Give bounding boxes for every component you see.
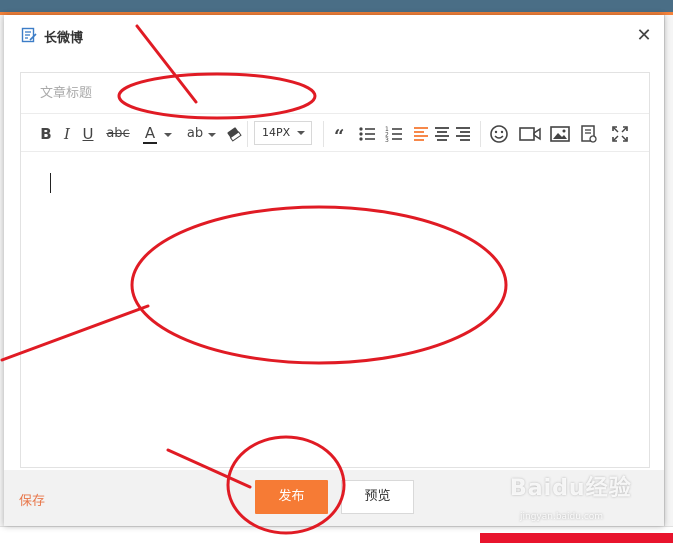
- chevron-down-icon: [297, 131, 305, 135]
- align-right-icon[interactable]: [455, 124, 471, 144]
- font-size-select[interactable]: 14PX: [254, 121, 312, 145]
- fullscreen-icon[interactable]: [611, 124, 629, 144]
- image-icon[interactable]: [550, 124, 570, 144]
- background-right-edge: [664, 15, 673, 543]
- editor-box: B I U abc A ab 14PX “ 123: [20, 72, 650, 468]
- underline-button[interactable]: U: [81, 124, 95, 144]
- video-icon[interactable]: [519, 124, 541, 144]
- font-color-dropdown-icon[interactable]: [164, 133, 172, 137]
- italic-button[interactable]: I: [61, 124, 73, 144]
- preview-button[interactable]: 预览: [341, 480, 414, 514]
- align-center-icon[interactable]: [434, 124, 450, 144]
- emoji-icon[interactable]: [489, 124, 509, 144]
- baidu-watermark-url: jingyan.baidu.com: [520, 512, 604, 522]
- edit-document-icon: [21, 27, 37, 43]
- toolbar-divider: [247, 121, 248, 147]
- font-color-button[interactable]: A: [143, 124, 157, 144]
- numbered-list-icon[interactable]: 123: [385, 124, 403, 144]
- quote-icon[interactable]: “: [333, 124, 349, 144]
- align-left-icon[interactable]: [413, 124, 429, 144]
- close-icon[interactable]: ✕: [634, 26, 654, 46]
- article-content-editor[interactable]: [21, 153, 649, 467]
- bold-button[interactable]: B: [39, 124, 53, 144]
- template-icon[interactable]: [580, 124, 598, 144]
- eraser-icon[interactable]: [226, 124, 242, 144]
- long-weibo-dialog: 长微博 ✕ B I U abc A ab 14PX “: [4, 15, 664, 526]
- background-red-bar: [480, 533, 673, 543]
- editor-toolbar: B I U abc A ab 14PX “ 123: [21, 115, 649, 152]
- toolbar-divider: [480, 121, 481, 147]
- highlight-dropdown-icon[interactable]: [208, 133, 216, 137]
- baidu-watermark: Baidu经验: [510, 476, 632, 501]
- highlight-button[interactable]: ab: [185, 124, 205, 144]
- toolbar-divider: [323, 121, 324, 147]
- svg-text:“: “: [334, 126, 344, 144]
- font-size-value: 14PX: [262, 126, 291, 139]
- svg-text:3: 3: [385, 137, 389, 144]
- save-button[interactable]: 保存: [19, 490, 45, 509]
- bullet-list-icon[interactable]: [358, 124, 376, 144]
- strikethrough-button[interactable]: abc: [105, 124, 131, 144]
- text-cursor: [50, 173, 51, 193]
- publish-button[interactable]: 发布: [255, 480, 328, 514]
- article-title-input[interactable]: [21, 73, 649, 114]
- dialog-header: 长微博 ✕: [4, 15, 664, 57]
- dialog-title: 长微博: [44, 31, 84, 46]
